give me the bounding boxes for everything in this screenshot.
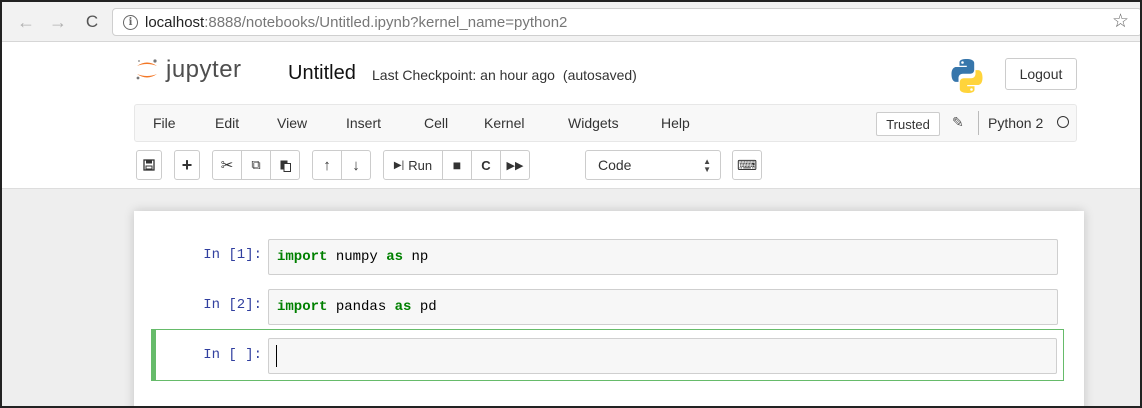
menubar: File Edit View Insert Cell Kernel Widget… — [134, 104, 1077, 142]
autosave-status: (autosaved) — [562, 67, 637, 83]
run-label: Run — [408, 157, 433, 173]
address-bar[interactable]: i localhost:8888/notebooks/Untitled.ipyn… — [112, 8, 1140, 36]
code-module: pandas — [335, 299, 387, 315]
jupyter-logo[interactable]: jupyter — [134, 56, 242, 84]
paste-button[interactable] — [270, 150, 300, 180]
browser-window: ← → C i localhost:8888/notebooks/Untitle… — [0, 0, 1142, 408]
url-path: :8888/notebooks/Untitled.ipynb?kernel_na… — [204, 14, 568, 31]
code-keyword: import — [277, 249, 328, 265]
url-host: localhost — [145, 14, 205, 31]
jupyter-logo-icon — [136, 59, 157, 80]
jupyter-header: jupyter Untitled Last Checkpoint: an hou… — [2, 42, 1140, 102]
save-button[interactable] — [136, 150, 162, 180]
logout-button[interactable]: Logout — [1005, 58, 1077, 90]
select-arrows-icon: ▲ ▼ — [703, 157, 711, 174]
kernel-idle-indicator-icon — [1057, 116, 1069, 128]
input-prompt: In [1]: — [203, 247, 262, 263]
code-cell[interactable]: In [1]: import numpy as np — [154, 235, 1064, 277]
step-forward-icon: ▶| — [393, 159, 405, 171]
plus-icon: + — [181, 154, 193, 175]
kernel-name: Python 2 — [988, 115, 1044, 131]
forward-arrow-icon[interactable]: → — [48, 12, 68, 32]
url-text[interactable]: localhost:8888/notebooks/Untitled.ipynb?… — [145, 14, 567, 31]
cell-type-select[interactable]: Code ▲ ▼ — [585, 150, 721, 180]
copy-icon: ⧉ — [251, 157, 261, 172]
jupyter-logo-text: jupyter — [166, 56, 242, 83]
arrow-down-icon: ↓ — [352, 156, 360, 174]
menu-insert[interactable]: Insert — [346, 115, 381, 131]
restart-icon: C — [481, 157, 491, 173]
move-up-button[interactable]: ↑ — [312, 150, 342, 180]
restart-button[interactable]: C — [471, 150, 501, 180]
bookmark-star-icon[interactable]: ☆ — [1112, 12, 1129, 31]
code-cell[interactable]: In [2]: import pandas as pd — [154, 285, 1064, 327]
stop-icon: ■ — [452, 157, 462, 173]
pencil-icon[interactable]: ✎ — [952, 114, 964, 131]
checkpoint-status: Last Checkpoint: an hour ago (autosaved) — [372, 67, 637, 83]
menu-widgets[interactable]: Widgets — [568, 115, 619, 131]
code-editor[interactable]: import numpy as np — [268, 239, 1058, 275]
run-button[interactable]: ▶| Run — [383, 150, 443, 180]
notebook-area: In [1]: import numpy as np In [2]: impor… — [2, 188, 1140, 406]
interrupt-button[interactable]: ■ — [442, 150, 472, 180]
menu-cell[interactable]: Cell — [424, 115, 448, 131]
command-palette-button[interactable]: ⌨ — [732, 150, 762, 180]
code-alias: pd — [419, 299, 437, 315]
text-cursor — [276, 345, 277, 367]
back-arrow-icon[interactable]: ← — [16, 12, 36, 32]
notebook-container: In [1]: import numpy as np In [2]: impor… — [134, 211, 1084, 406]
code-keyword: as — [394, 299, 412, 315]
code-editor[interactable]: import pandas as pd — [268, 289, 1058, 325]
notebook-title[interactable]: Untitled — [288, 62, 356, 85]
code-editor[interactable] — [268, 338, 1057, 374]
reload-icon[interactable]: C — [82, 12, 102, 32]
paste-icon — [280, 160, 291, 172]
code-keyword: import — [277, 299, 328, 315]
python-logo-icon — [951, 59, 983, 93]
menu-kernel[interactable]: Kernel — [484, 115, 524, 131]
menu-help[interactable]: Help — [661, 115, 690, 131]
scissors-icon: ✂ — [220, 157, 234, 174]
code-line: import pandas as pd — [277, 299, 437, 315]
checkpoint-text: Last Checkpoint: an hour ago — [372, 67, 555, 83]
menu-edit[interactable]: Edit — [215, 115, 239, 131]
save-icon — [143, 159, 155, 171]
copy-button[interactable]: ⧉ — [241, 150, 271, 180]
input-prompt: In [2]: — [203, 297, 262, 313]
fast-forward-icon: ▶▶ — [506, 159, 524, 172]
code-keyword: as — [386, 249, 404, 265]
code-alias: np — [411, 249, 429, 265]
info-icon[interactable]: i — [123, 15, 138, 30]
kernel-divider — [978, 111, 979, 135]
keyboard-icon: ⌨ — [736, 156, 758, 173]
arrow-up-icon: ↑ — [323, 156, 331, 174]
restart-run-all-button[interactable]: ▶▶ — [500, 150, 530, 180]
cell-type-value: Code — [598, 157, 632, 173]
code-line: import numpy as np — [277, 249, 428, 265]
input-prompt: In [ ]: — [203, 347, 262, 363]
cut-button[interactable]: ✂ — [212, 150, 242, 180]
code-module: numpy — [335, 249, 378, 265]
browser-toolbar: ← → C i localhost:8888/notebooks/Untitle… — [2, 2, 1140, 42]
insert-cell-button[interactable]: + — [174, 150, 200, 180]
move-down-button[interactable]: ↓ — [341, 150, 371, 180]
trusted-indicator[interactable]: Trusted — [876, 112, 940, 136]
active-code-cell[interactable]: In [ ]: — [151, 329, 1064, 381]
menu-file[interactable]: File — [153, 115, 176, 131]
menu-view[interactable]: View — [277, 115, 307, 131]
